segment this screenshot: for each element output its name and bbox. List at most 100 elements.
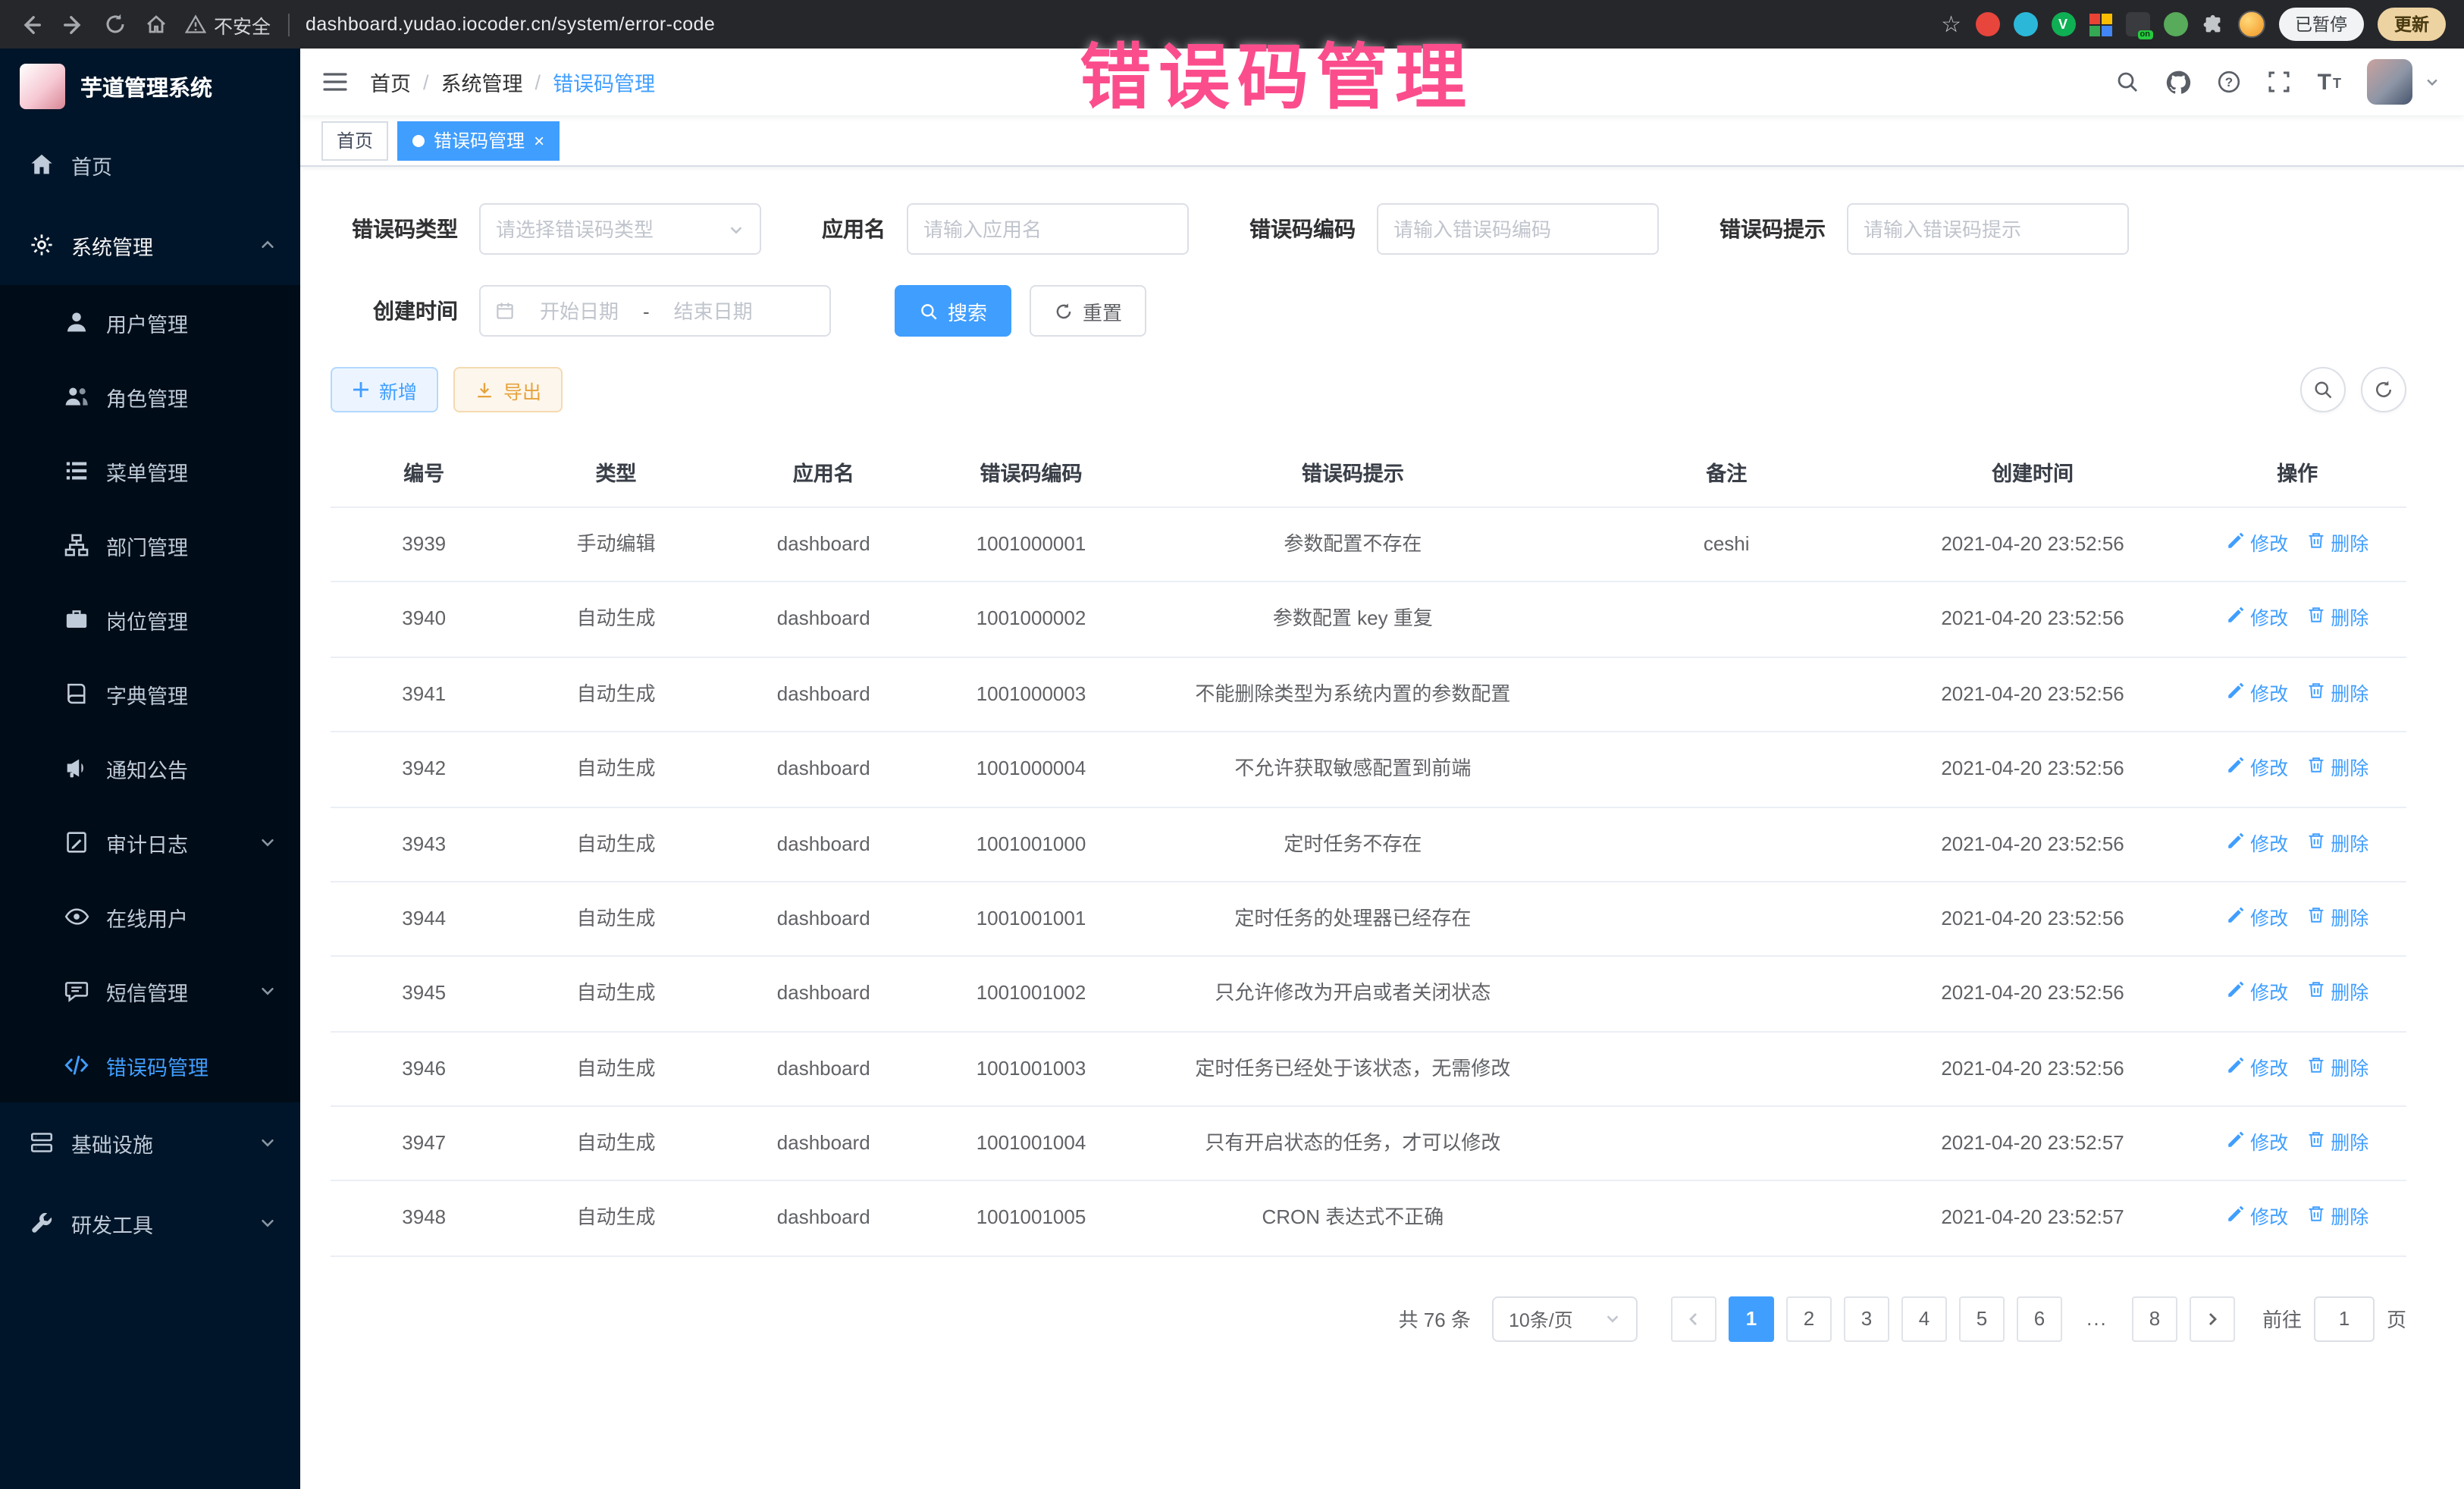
error-hint-input[interactable] [1864, 218, 2112, 240]
logo[interactable]: 芋道管理系统 [0, 49, 300, 124]
hamburger-icon[interactable] [321, 70, 349, 94]
row-app: dashboard [715, 957, 933, 1032]
page-button-5[interactable]: 5 [1959, 1296, 2005, 1342]
reload-icon[interactable] [103, 12, 127, 36]
delete-button[interactable]: 删除 [2306, 905, 2368, 935]
browser-home-icon[interactable] [144, 12, 168, 36]
sidebar-item-error-code[interactable]: 错误码管理 [0, 1028, 300, 1102]
start-date-input[interactable] [525, 299, 634, 322]
app-name-input-box[interactable] [907, 203, 1189, 255]
page-size-select[interactable] [1492, 1296, 1638, 1342]
avatar[interactable] [2367, 59, 2412, 105]
chevron-down-icon[interactable] [2425, 74, 2440, 89]
extension-icon-green[interactable]: V [2051, 12, 2075, 36]
extension-icon-grid[interactable] [2089, 13, 2111, 36]
edit-button[interactable]: 修改 [2226, 755, 2288, 785]
tab-home[interactable]: 首页 [321, 121, 388, 160]
error-type-select-input[interactable] [496, 218, 719, 240]
row-hint: 只有开启状态的任务，才可以修改 [1130, 1106, 1576, 1181]
extension-icon-teal[interactable] [2013, 12, 2037, 36]
sidebar-item-gear[interactable]: 系统管理 [0, 205, 300, 285]
back-icon[interactable] [18, 11, 44, 37]
pager-more-icon[interactable]: ... [2074, 1296, 2120, 1342]
sidebar-item-announcement[interactable]: 通知公告 [0, 731, 300, 805]
add-button[interactable]: 新增 [331, 367, 438, 412]
sidebar-item-menu-list[interactable]: 菜单管理 [0, 434, 300, 508]
extension-icon-leaf[interactable] [2163, 12, 2187, 36]
bookmark-star-icon[interactable]: ☆ [1941, 11, 1961, 38]
edit-button[interactable]: 修改 [2226, 1055, 2288, 1084]
table-row: 3939手动编辑dashboard1001000001参数配置不存在ceshi2… [331, 507, 2406, 582]
refresh-button[interactable] [2361, 367, 2406, 412]
edit-button[interactable]: 修改 [2226, 681, 2288, 710]
page-size-value[interactable] [1509, 1309, 1595, 1330]
toggle-search-button[interactable] [2300, 367, 2346, 412]
delete-button[interactable]: 删除 [2306, 606, 2368, 635]
search-button[interactable]: 搜索 [895, 285, 1011, 337]
security-indicator[interactable]: 不安全 [185, 10, 271, 39]
app-name-input[interactable] [923, 218, 1172, 240]
sidebar-item-online-users[interactable]: 在线用户 [0, 879, 300, 954]
sidebar-item-infrastructure[interactable]: 基础设施 [0, 1102, 300, 1183]
page-button-8[interactable]: 8 [2132, 1296, 2177, 1342]
edit-button[interactable]: 修改 [2226, 1130, 2288, 1159]
prev-page-button[interactable] [1671, 1296, 1716, 1342]
github-icon[interactable] [2166, 69, 2192, 95]
delete-button[interactable]: 删除 [2306, 1130, 2368, 1159]
error-code-input-box[interactable] [1377, 203, 1659, 255]
url-text[interactable]: dashboard.yudao.iocoder.cn/system/error-… [306, 14, 715, 35]
page-button-6[interactable]: 6 [2017, 1296, 2062, 1342]
page-button-4[interactable]: 4 [1901, 1296, 1947, 1342]
date-range-picker[interactable]: - [479, 285, 831, 337]
update-button[interactable]: 更新 [2378, 8, 2446, 41]
sidebar-item-home[interactable]: 首页 [0, 124, 300, 205]
extensions-puzzle-icon[interactable] [2201, 13, 2224, 36]
help-icon[interactable]: ? [2218, 70, 2242, 94]
paused-badge[interactable]: 已暂停 [2278, 8, 2364, 41]
delete-button[interactable]: 删除 [2306, 830, 2368, 860]
delete-button[interactable]: 删除 [2306, 755, 2368, 785]
sidebar-item-dev-tools[interactable]: 研发工具 [0, 1183, 300, 1263]
font-size-icon[interactable]: TT [2318, 71, 2341, 93]
row-actions: 修改删除 [2188, 1181, 2406, 1256]
page-button-3[interactable]: 3 [1844, 1296, 1889, 1342]
search-icon[interactable] [2116, 70, 2140, 94]
page-button-1[interactable]: 1 [1729, 1296, 1774, 1342]
tab-error-code[interactable]: 错误码管理× [397, 121, 560, 160]
edit-button[interactable]: 修改 [2226, 980, 2288, 1010]
page-button-2[interactable]: 2 [1786, 1296, 1832, 1342]
delete-button[interactable]: 删除 [2306, 681, 2368, 710]
export-button[interactable]: 导出 [453, 367, 563, 412]
fullscreen-icon[interactable] [2268, 70, 2292, 94]
end-date-input[interactable] [659, 299, 768, 322]
close-icon[interactable]: × [534, 131, 544, 149]
sidebar-item-user[interactable]: 用户管理 [0, 285, 300, 359]
edit-button[interactable]: 修改 [2226, 1205, 2288, 1234]
error-type-select[interactable] [479, 203, 761, 255]
sidebar-item-audit-log[interactable]: 审计日志 [0, 805, 300, 879]
breadcrumb-system[interactable]: 系统管理 [441, 67, 523, 97]
edit-button[interactable]: 修改 [2226, 606, 2288, 635]
error-hint-input-box[interactable] [1847, 203, 2129, 255]
edit-button[interactable]: 修改 [2226, 830, 2288, 860]
next-page-button[interactable] [2190, 1296, 2235, 1342]
delete-button[interactable]: 删除 [2306, 1205, 2368, 1234]
sidebar-item-sms[interactable]: 短信管理 [0, 954, 300, 1028]
edit-button[interactable]: 修改 [2226, 905, 2288, 935]
sidebar-item-roles[interactable]: 角色管理 [0, 359, 300, 434]
delete-button[interactable]: 删除 [2306, 531, 2368, 560]
extension-icon-red[interactable] [1975, 12, 1999, 36]
profile-emoji-avatar[interactable] [2237, 11, 2265, 38]
sidebar-item-dictionary[interactable]: 字典管理 [0, 657, 300, 731]
sidebar-item-department[interactable]: 部门管理 [0, 508, 300, 582]
edit-button[interactable]: 修改 [2226, 531, 2288, 560]
forward-icon[interactable] [61, 11, 86, 37]
goto-page-input[interactable] [2314, 1296, 2375, 1342]
reset-button[interactable]: 重置 [1030, 285, 1146, 337]
error-code-input[interactable] [1393, 218, 1642, 240]
extension-icon-dark[interactable]: on [2125, 12, 2149, 36]
delete-button[interactable]: 删除 [2306, 980, 2368, 1010]
sidebar-item-post[interactable]: 岗位管理 [0, 582, 300, 657]
delete-button[interactable]: 删除 [2306, 1055, 2368, 1084]
breadcrumb-home[interactable]: 首页 [370, 67, 411, 97]
